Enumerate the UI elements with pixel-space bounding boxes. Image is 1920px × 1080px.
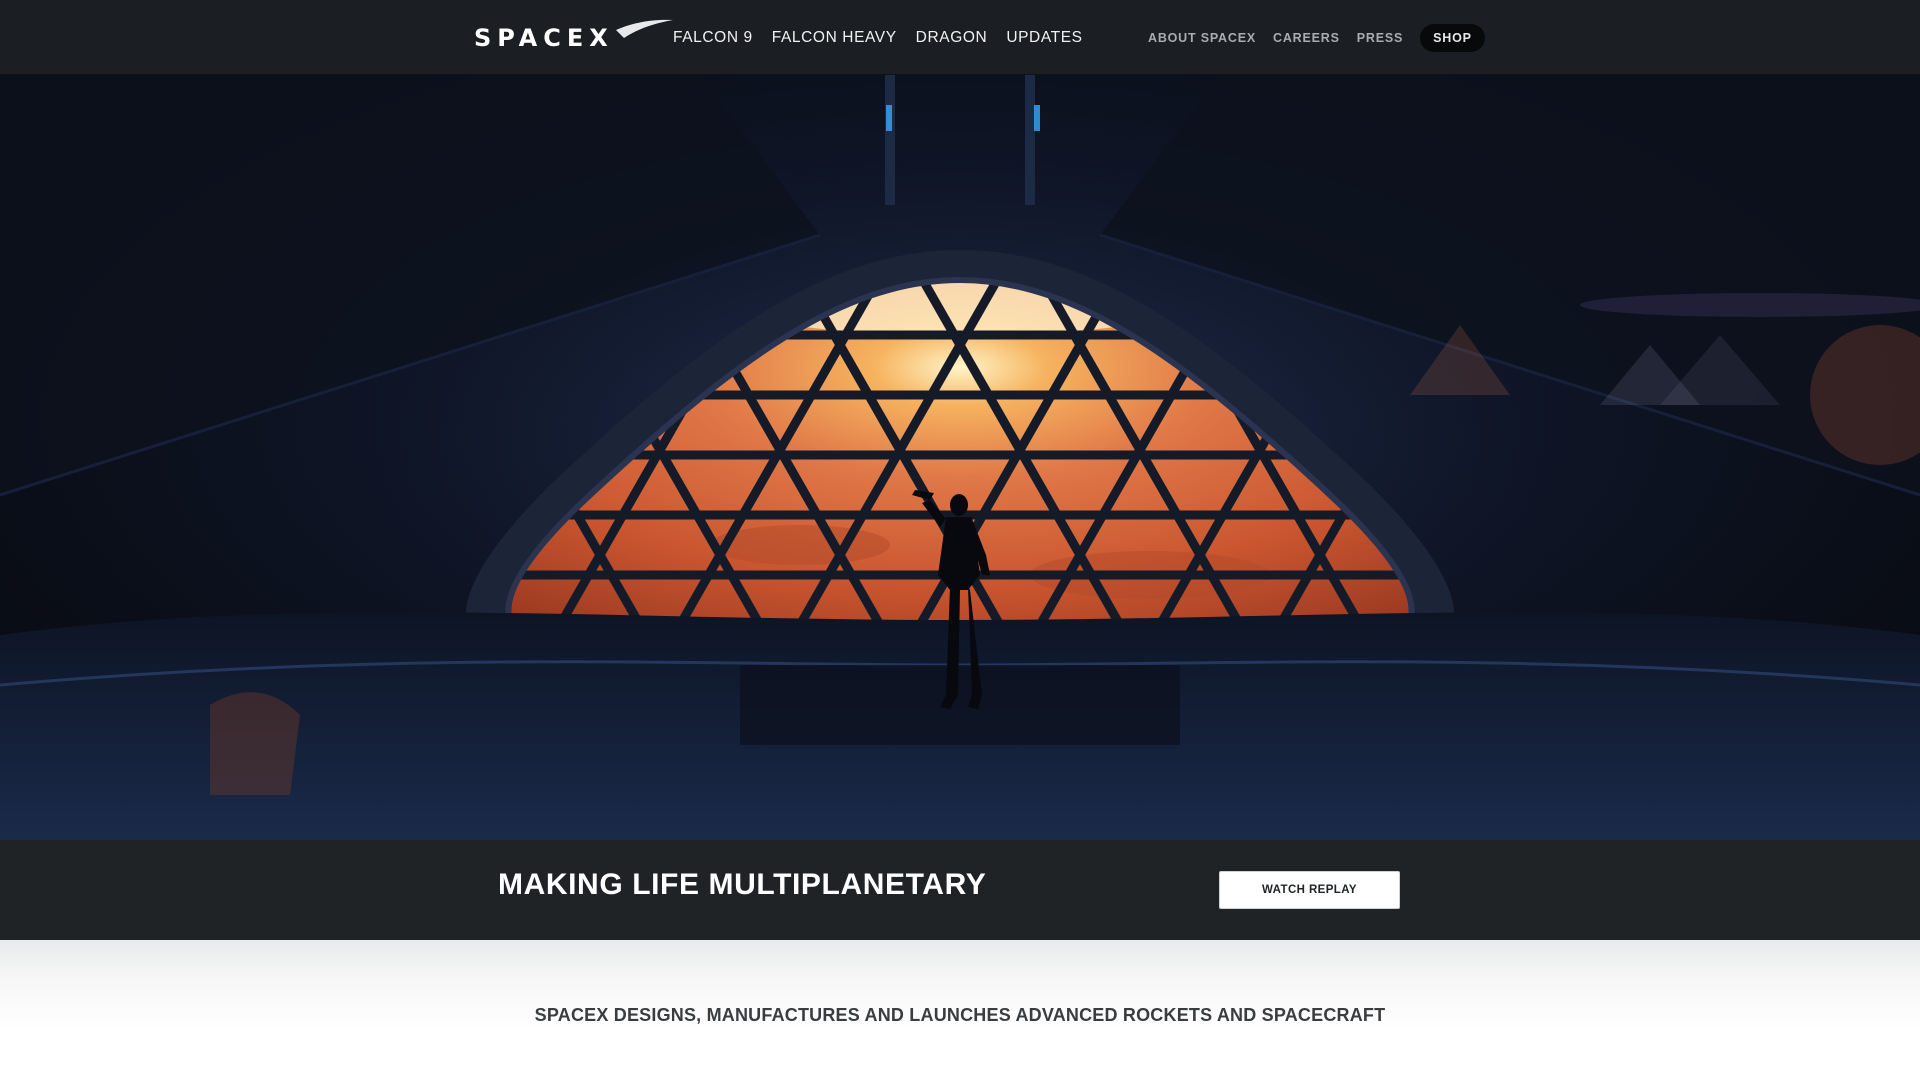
nav-careers[interactable]: CAREERS [1273,31,1340,45]
secondary-nav: ABOUT SPACEX CAREERS PRESS SHOP [1148,0,1485,75]
top-navigation-bar: SPACEX FALCON 9 FALCON HEAVY DRAGON UPDA… [0,0,1920,75]
spaceship-window-illustration [0,75,1920,840]
spacex-logo[interactable]: SPACEX [474,18,674,54]
nav-about-spacex[interactable]: ABOUT SPACEX [1148,31,1256,45]
watch-replay-button[interactable]: WATCH REPLAY [1219,871,1400,909]
hero-headline: MAKING LIFE MULTIPLANETARY [498,868,987,901]
nav-press[interactable]: PRESS [1357,31,1403,45]
hero-image [0,75,1920,840]
nav-falcon-9[interactable]: FALCON 9 [673,29,753,47]
nav-dragon[interactable]: DRAGON [916,29,988,47]
nav-updates[interactable]: UPDATES [1006,29,1082,47]
shop-button[interactable]: SHOP [1420,23,1485,52]
hero-caption-strip: MAKING LIFE MULTIPLANETARY WATCH REPLAY [0,840,1920,940]
logo-wordmark: SPACEX [474,24,614,52]
nav-falcon-heavy[interactable]: FALCON HEAVY [772,29,897,47]
primary-nav: FALCON 9 FALCON HEAVY DRAGON UPDATES [673,0,1102,75]
company-tagline: SPACEX DESIGNS, MANUFACTURES AND LAUNCHE… [534,1005,1386,1025]
intro-section: SPACEX DESIGNS, MANUFACTURES AND LAUNCHE… [0,940,1920,1080]
